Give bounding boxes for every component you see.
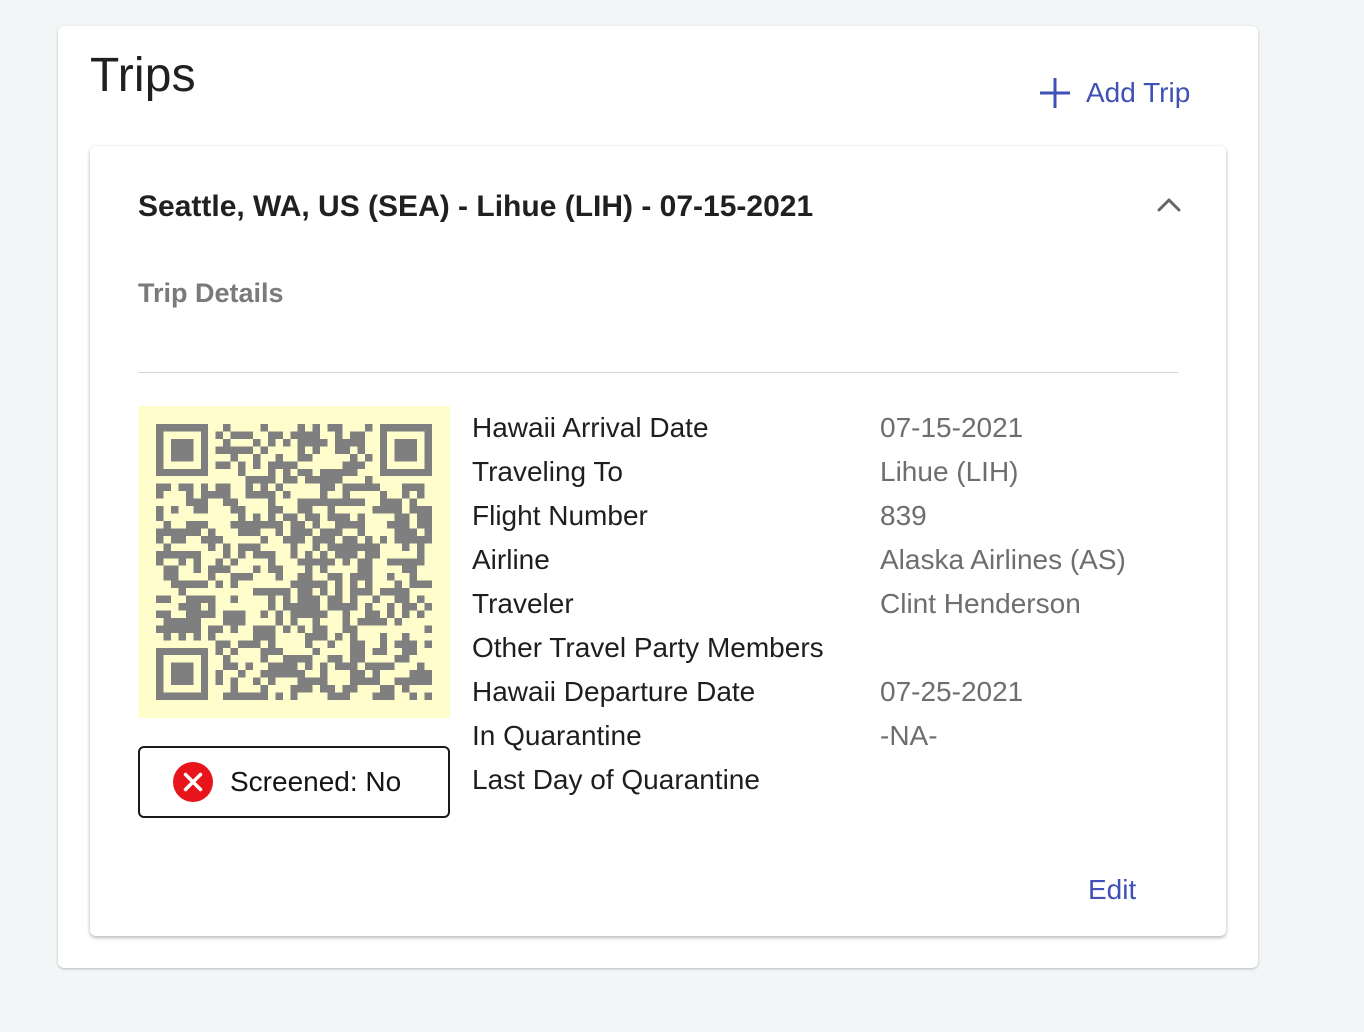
- detail-value: Alaska Airlines (AS): [880, 544, 1126, 575]
- detail-label: Flight Number: [472, 500, 648, 531]
- detail-label: Hawaii Departure Date: [472, 676, 756, 707]
- detail-value: 839: [880, 500, 927, 531]
- detail-label: Last Day of Quarantine: [472, 764, 760, 795]
- detail-label: Traveler: [472, 588, 574, 619]
- edit-button[interactable]: Edit: [1088, 874, 1136, 906]
- qr-code: [138, 406, 450, 718]
- divider: [138, 372, 1178, 373]
- section-title: Trip Details: [138, 278, 284, 308]
- trip-header[interactable]: Seattle, WA, US (SEA) - Lihue (LIH) - 07…: [138, 190, 813, 224]
- detail-label: Other Travel Party Members: [472, 632, 824, 663]
- detail-label: In Quarantine: [472, 720, 642, 751]
- trips-panel: Trips Add Trip Seattle, WA, US (SEA) - L…: [58, 26, 1258, 968]
- trip-card: Seattle, WA, US (SEA) - Lihue (LIH) - 07…: [90, 146, 1226, 936]
- screened-status-badge: Screened: No: [138, 746, 450, 818]
- page-title: Trips: [90, 49, 196, 102]
- plus-icon: [1040, 78, 1070, 108]
- detail-label: Hawaii Arrival Date: [472, 412, 709, 443]
- close-circle-icon: [173, 762, 213, 802]
- qr-code-icon: [156, 424, 432, 700]
- detail-value: 07-15-2021: [880, 412, 1024, 443]
- add-trip-label: Add Trip: [1086, 77, 1191, 108]
- detail-value: Clint Henderson: [880, 588, 1081, 619]
- detail-label: Traveling To: [472, 456, 623, 487]
- add-trip-button[interactable]: Add Trip: [1038, 76, 1190, 110]
- detail-value: -NA-: [880, 720, 938, 751]
- screened-label: Screened: No: [230, 766, 402, 797]
- detail-value: 07-25-2021: [880, 676, 1024, 707]
- chevron-up-icon[interactable]: [1154, 190, 1184, 220]
- detail-value: Lihue (LIH): [880, 456, 1019, 487]
- detail-label: Airline: [472, 544, 550, 575]
